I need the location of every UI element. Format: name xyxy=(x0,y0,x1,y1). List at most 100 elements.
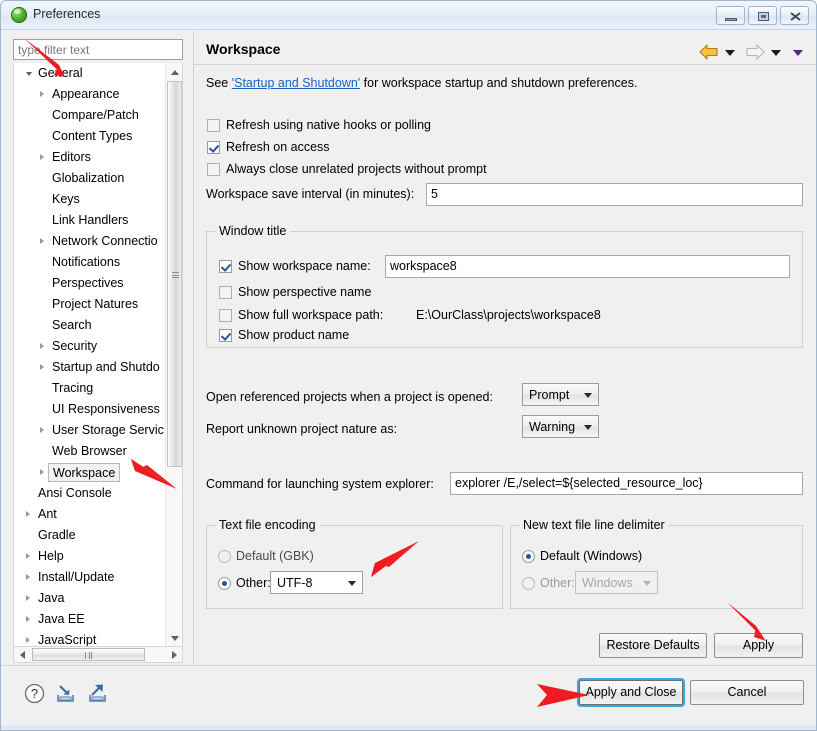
apply-and-close-button[interactable]: Apply and Close xyxy=(579,680,683,705)
sidebar-item-tracing[interactable]: Tracing xyxy=(14,378,166,399)
expander-open-icon[interactable] xyxy=(26,72,32,76)
save-interval-input[interactable]: 5 xyxy=(426,183,803,206)
restore-defaults-button[interactable]: Restore Defaults xyxy=(599,633,707,658)
tree-horizontal-scrollbar[interactable] xyxy=(13,646,183,663)
minimize-button[interactable] xyxy=(716,6,745,25)
caret-down-icon xyxy=(171,636,179,641)
encoding-other-label: Other: xyxy=(236,576,271,590)
cancel-button[interactable]: Cancel xyxy=(690,680,804,705)
delimiter-default-radio[interactable] xyxy=(522,550,535,563)
expander-closed-icon[interactable] xyxy=(40,238,44,244)
show-product-name-checkbox[interactable] xyxy=(219,329,232,342)
svg-text:?: ? xyxy=(31,686,38,701)
expander-closed-icon[interactable] xyxy=(40,154,44,160)
back-arrow-icon[interactable] xyxy=(699,44,719,60)
expander-closed-icon[interactable] xyxy=(40,364,44,370)
sidebar-item-perspectives[interactable]: Perspectives xyxy=(14,273,166,294)
sidebar-item-editors[interactable]: Editors xyxy=(14,147,166,168)
sidebar-item-globalization[interactable]: Globalization xyxy=(14,168,166,189)
show-perspective-name-checkbox[interactable] xyxy=(219,286,232,299)
refresh-native-hooks-checkbox[interactable] xyxy=(207,119,220,132)
expander-closed-icon[interactable] xyxy=(26,574,30,580)
minimize-icon xyxy=(725,18,737,21)
report-unknown-nature-combo[interactable]: Warning xyxy=(522,415,599,438)
back-history-dropdown-icon[interactable] xyxy=(725,50,735,56)
sidebar-item-appearance[interactable]: Appearance xyxy=(14,84,166,105)
sidebar-item-label: Search xyxy=(52,318,92,332)
sidebar-item-general[interactable]: General xyxy=(14,63,166,84)
refresh-on-access-checkbox[interactable] xyxy=(207,141,220,154)
sidebar-item-user-storage-servic[interactable]: User Storage Servic xyxy=(14,420,166,441)
chevron-down-icon xyxy=(584,425,592,430)
explorer-command-input[interactable]: explorer /E,/select=${selected_resource_… xyxy=(450,472,803,495)
chevron-down-icon xyxy=(584,393,592,398)
sidebar-item-java-ee[interactable]: Java EE xyxy=(14,609,166,630)
forward-arrow-icon[interactable] xyxy=(745,44,765,60)
startup-shutdown-link[interactable]: 'Startup and Shutdown' xyxy=(232,76,360,90)
sidebar-item-ant[interactable]: Ant xyxy=(14,504,166,525)
sidebar-item-java[interactable]: Java xyxy=(14,588,166,609)
sidebar-item-install-update[interactable]: Install/Update xyxy=(14,567,166,588)
sidebar-item-ansi-console[interactable]: Ansi Console xyxy=(14,483,166,504)
sidebar-item-notifications[interactable]: Notifications xyxy=(14,252,166,273)
sidebar-item-content-types[interactable]: Content Types xyxy=(14,126,166,147)
scrollbar-thumb-horizontal[interactable] xyxy=(32,648,145,661)
expander-closed-icon[interactable] xyxy=(40,427,44,433)
sidebar-item-project-natures[interactable]: Project Natures xyxy=(14,294,166,315)
scroll-left-button[interactable] xyxy=(14,647,29,662)
preference-tree[interactable]: General Appearance Compare/Patch Content Ty… xyxy=(13,63,183,649)
sidebar-item-gradle[interactable]: Gradle xyxy=(14,525,166,546)
sidebar-item-label: Notifications xyxy=(52,255,121,269)
close-button[interactable] xyxy=(780,6,809,25)
sidebar-item-startup-and-shutdo[interactable]: Startup and Shutdo xyxy=(14,357,166,378)
help-question-icon[interactable]: ? xyxy=(24,683,45,704)
expander-closed-icon[interactable] xyxy=(26,616,30,622)
tree-vertical-scrollbar[interactable] xyxy=(165,63,182,647)
scrollbar-thumb[interactable] xyxy=(167,81,182,467)
sidebar-item-keys[interactable]: Keys xyxy=(14,189,166,210)
delimiter-other-value: Windows xyxy=(582,576,633,590)
view-menu-dropdown-icon[interactable] xyxy=(793,50,803,56)
line-delimiter-group: New text file line delimiter xyxy=(510,518,803,609)
encoding-other-value: UTF-8 xyxy=(277,576,313,590)
sidebar-item-workspace[interactable]: Workspace xyxy=(14,462,166,483)
expander-closed-icon[interactable] xyxy=(26,511,30,517)
import-icon[interactable] xyxy=(54,683,77,704)
forward-history-dropdown-icon[interactable] xyxy=(771,50,781,56)
dialog-footer: ? Apply and Close Cancel xyxy=(1,666,816,730)
sidebar-item-security[interactable]: Security xyxy=(14,336,166,357)
expander-closed-icon[interactable] xyxy=(26,553,30,559)
show-full-workspace-path-checkbox[interactable] xyxy=(219,309,232,322)
sidebar-item-search[interactable]: Search xyxy=(14,315,166,336)
close-unrelated-projects-checkbox[interactable] xyxy=(207,163,220,176)
encoding-default-radio[interactable] xyxy=(218,550,231,563)
sidebar-item-network-connectio[interactable]: Network Connectio xyxy=(14,231,166,252)
show-workspace-name-checkbox[interactable] xyxy=(219,260,232,273)
scroll-down-button[interactable] xyxy=(166,630,182,647)
filter-input[interactable]: type filter text xyxy=(13,39,183,60)
sidebar-item-help[interactable]: Help xyxy=(14,546,166,567)
sidebar-item-compare-patch[interactable]: Compare/Patch xyxy=(14,105,166,126)
apply-button[interactable]: Apply xyxy=(714,633,803,658)
expander-closed-icon[interactable] xyxy=(26,595,30,601)
scroll-right-button[interactable] xyxy=(167,647,182,662)
sidebar-item-label: Globalization xyxy=(52,171,125,185)
scroll-up-button[interactable] xyxy=(166,63,182,80)
full-workspace-path-value: E:\OurClass\projects\workspace8 xyxy=(416,308,601,322)
expander-closed-icon[interactable] xyxy=(40,343,44,349)
export-icon[interactable] xyxy=(86,683,109,704)
expander-closed-icon[interactable] xyxy=(40,91,44,97)
delimiter-other-radio[interactable] xyxy=(522,577,535,590)
encoding-other-radio[interactable] xyxy=(218,577,231,590)
sidebar-item-ui-responsiveness[interactable]: UI Responsiveness xyxy=(14,399,166,420)
text-file-encoding-group-label: Text file encoding xyxy=(215,518,320,532)
expander-closed-icon[interactable] xyxy=(40,469,44,475)
maximize-button[interactable] xyxy=(748,6,777,25)
save-interval-label: Workspace save interval (in minutes): xyxy=(206,187,415,201)
sidebar-item-web-browser[interactable]: Web Browser xyxy=(14,441,166,462)
encoding-other-combo[interactable]: UTF-8 xyxy=(270,571,363,594)
open-referenced-projects-combo[interactable]: Prompt xyxy=(522,383,599,406)
expander-closed-icon[interactable] xyxy=(26,637,30,643)
workspace-name-input[interactable]: workspace8 xyxy=(385,255,790,278)
sidebar-item-link-handlers[interactable]: Link Handlers xyxy=(14,210,166,231)
